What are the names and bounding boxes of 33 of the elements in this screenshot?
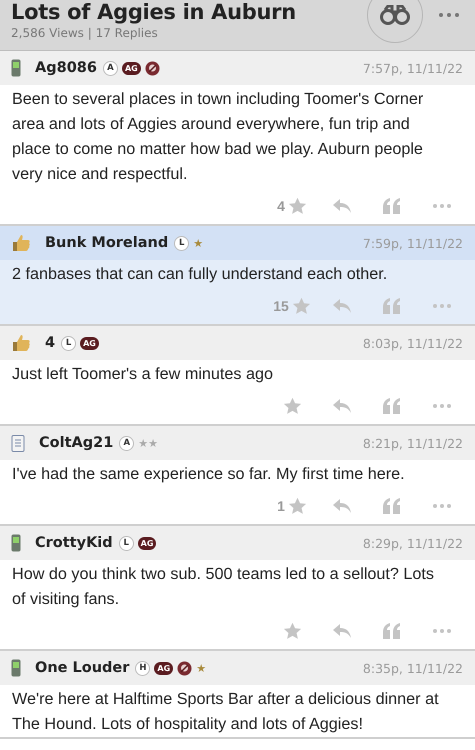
rank-badge: L (174, 236, 190, 250)
rank-badge: L (118, 536, 134, 550)
topic-stats: 2,586 Views | 17 Replies (11, 26, 159, 40)
team-badge: AG (154, 662, 174, 674)
post-text: How do you think two sub. 500 teams led to a sellout? Lots of visiting fans. (11, 564, 436, 610)
post-time: 7:57p, 11/11/22 (362, 60, 463, 76)
post-time: 8:03p, 11/11/22 (362, 336, 463, 350)
topic-title: Lots of Aggies in Auburn (11, 0, 297, 24)
author-name[interactable]: CrottyKid (35, 535, 113, 551)
post-text: 2 fanbases that can can fully understand each other. (11, 264, 388, 285)
post-time: 8:21p, 11/11/22 (362, 436, 463, 450)
author-name[interactable]: Bunk Moreland (45, 235, 168, 251)
post-time: 8:35p, 11/11/22 (362, 660, 463, 676)
team-badge: AG (122, 62, 141, 74)
post-text: We're here at Halftime Sports Bar after a delicious dinner at The Hound. Lots of hospitality and lots of Aggies! (11, 689, 440, 735)
author-name[interactable]: Ag8086 (35, 60, 97, 76)
post-text: Been to several places in town including Toomer's Corner area and lots of Aggies around everywhere, fun trip and place to come no matter how bad we play. Auburn people very nice and respectful. (11, 89, 424, 185)
rating-stars: ★ (196, 662, 206, 674)
rank-badge: L (61, 336, 76, 350)
post-time: 7:59p, 11/11/22 (362, 236, 463, 250)
post-text: I've had the same experience so far. My first time here. (11, 464, 406, 485)
rank-badge: A (119, 436, 134, 450)
rating-stars: ★★ (138, 436, 158, 450)
post-time: 8:29p, 11/11/22 (362, 536, 463, 550)
rank-badge: H (135, 660, 150, 676)
post-text: Just left Toomer's a few minutes ago (11, 364, 274, 385)
team-badge: AG (138, 536, 156, 550)
rating-stars: ★ (193, 236, 204, 250)
team-badge: AG (80, 336, 99, 350)
author-name[interactable]: ColtAg21 (39, 435, 114, 451)
rank-badge: A (102, 60, 118, 76)
author-name[interactable]: One Louder (35, 660, 130, 676)
author-name[interactable]: 4 (45, 335, 56, 351)
